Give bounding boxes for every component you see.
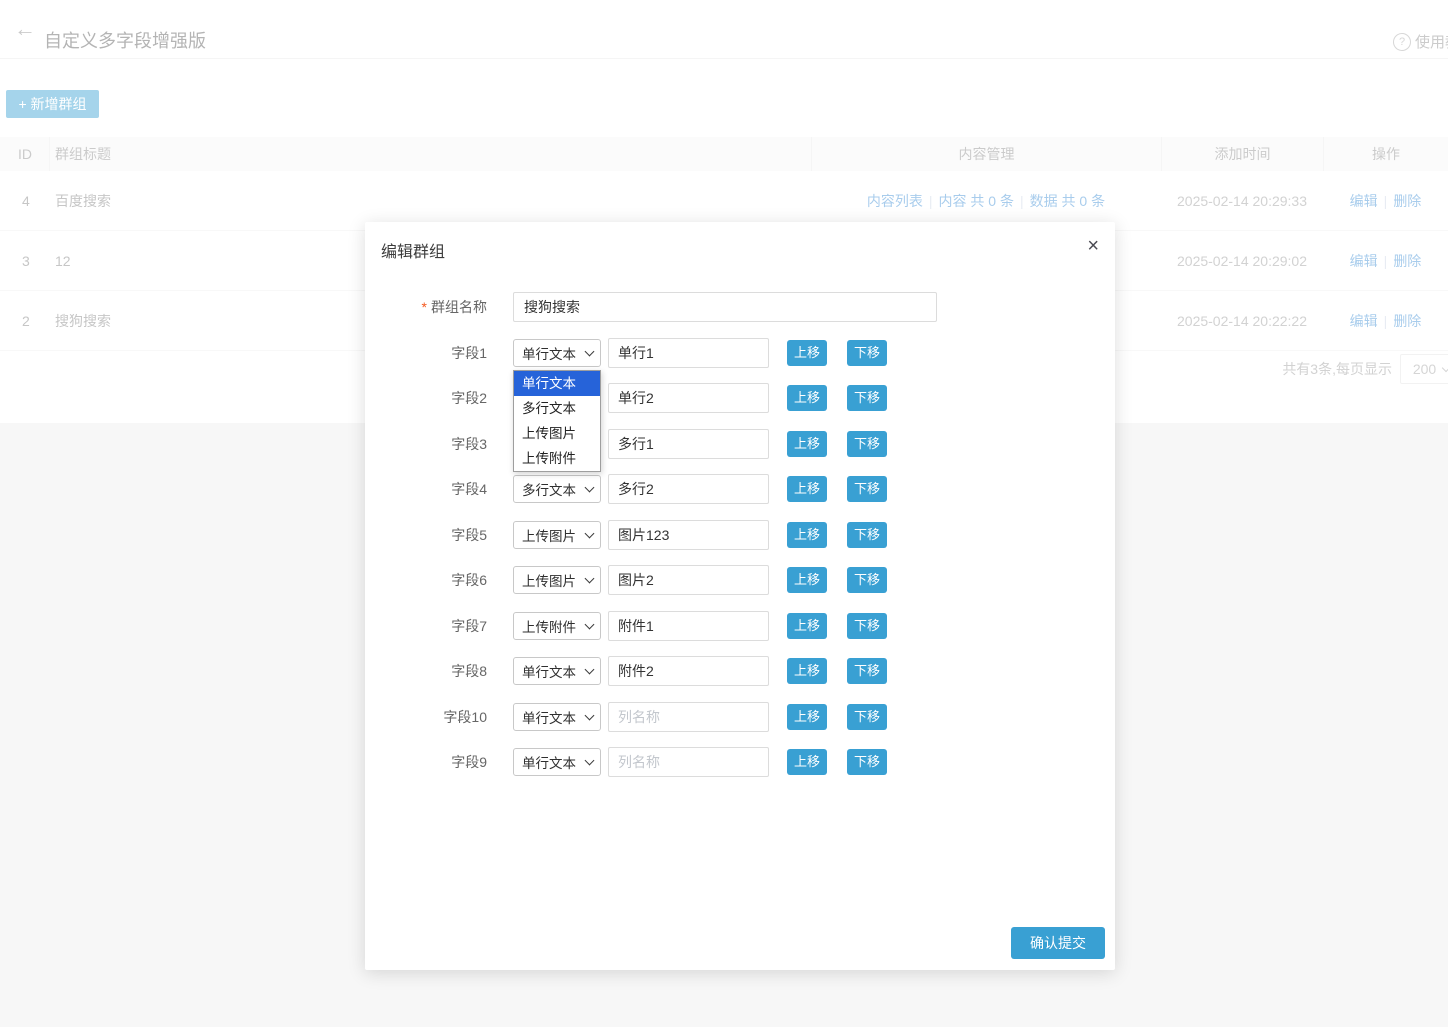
- chevron-down-icon: [585, 710, 595, 720]
- edit-group-form: *群组名称 字段1 单行文本 上移 下移 字段2 上移 下移 字段3 上移 下移: [365, 292, 1115, 793]
- field-label: 字段3: [365, 429, 487, 459]
- field-row: 字段2 上移 下移: [365, 383, 1115, 413]
- field-name-input[interactable]: [608, 474, 769, 504]
- field-name-input[interactable]: [608, 702, 769, 732]
- move-down-button[interactable]: 下移: [847, 567, 887, 593]
- move-down-button[interactable]: 下移: [847, 749, 887, 775]
- move-up-button[interactable]: 上移: [787, 749, 827, 775]
- field-name-input[interactable]: [608, 747, 769, 777]
- field-label: 字段9: [365, 747, 487, 777]
- move-up-button[interactable]: 上移: [787, 658, 827, 684]
- move-up-button[interactable]: 上移: [787, 476, 827, 502]
- field-type-value: 单行文本: [522, 707, 576, 727]
- move-up-button[interactable]: 上移: [787, 340, 827, 366]
- move-down-button[interactable]: 下移: [847, 476, 887, 502]
- field-type-select[interactable]: 上传图片: [513, 521, 601, 549]
- field-name-input[interactable]: [608, 383, 769, 413]
- chevron-down-icon: [585, 483, 595, 493]
- field-type-select[interactable]: 上传图片: [513, 566, 601, 594]
- field-row: 字段8 单行文本 上移 下移: [365, 656, 1115, 686]
- field-type-select[interactable]: 上传附件: [513, 612, 601, 640]
- chevron-down-icon: [585, 619, 595, 629]
- field-type-select[interactable]: 单行文本: [513, 339, 601, 367]
- field-name-input[interactable]: [608, 338, 769, 368]
- field-label: 字段2: [365, 383, 487, 413]
- move-up-button[interactable]: 上移: [787, 567, 827, 593]
- modal-title: 编辑群组: [381, 238, 445, 262]
- field-label: 字段10: [365, 702, 487, 732]
- move-down-button[interactable]: 下移: [847, 385, 887, 411]
- field-row: 字段9 单行文本 上移 下移: [365, 747, 1115, 777]
- dropdown-option[interactable]: 多行文本: [514, 396, 600, 421]
- move-down-button[interactable]: 下移: [847, 613, 887, 639]
- field-label: 字段7: [365, 611, 487, 641]
- group-name-row: *群组名称: [365, 292, 1115, 322]
- field-row: 字段6 上传图片 上移 下移: [365, 565, 1115, 595]
- required-mark: *: [422, 299, 427, 315]
- group-name-input[interactable]: [513, 292, 937, 322]
- field-label: 字段6: [365, 565, 487, 595]
- chevron-down-icon: [585, 665, 595, 675]
- chevron-down-icon: [585, 528, 595, 538]
- field-type-select[interactable]: 单行文本: [513, 703, 601, 731]
- field-type-select[interactable]: 单行文本: [513, 657, 601, 685]
- move-up-button[interactable]: 上移: [787, 522, 827, 548]
- move-up-button[interactable]: 上移: [787, 385, 827, 411]
- field-name-input[interactable]: [608, 656, 769, 686]
- field-type-value: 上传图片: [522, 570, 576, 590]
- field-row: 字段7 上传附件 上移 下移: [365, 611, 1115, 641]
- field-type-value: 上传附件: [522, 616, 576, 636]
- field-name-input[interactable]: [608, 429, 769, 459]
- field-type-value: 单行文本: [522, 343, 576, 363]
- move-down-button[interactable]: 下移: [847, 658, 887, 684]
- dropdown-option[interactable]: 上传附件: [514, 446, 600, 471]
- dropdown-option[interactable]: 单行文本: [514, 371, 600, 396]
- chevron-down-icon: [585, 574, 595, 584]
- field-type-value: 多行文本: [522, 479, 576, 499]
- field-name-input[interactable]: [608, 565, 769, 595]
- field-label: 字段1: [365, 338, 487, 368]
- group-name-label: *群组名称: [365, 292, 487, 322]
- dropdown-option[interactable]: 上传图片: [514, 421, 600, 446]
- field-type-dropdown: 单行文本多行文本上传图片上传附件: [513, 370, 601, 472]
- edit-group-modal: 编辑群组 × *群组名称 字段1 单行文本 上移 下移 字段2 上移 下移 字段…: [365, 222, 1115, 970]
- move-up-button[interactable]: 上移: [787, 704, 827, 730]
- field-type-select[interactable]: 单行文本: [513, 748, 601, 776]
- chevron-down-icon: [585, 756, 595, 766]
- field-type-select[interactable]: 多行文本: [513, 475, 601, 503]
- chevron-down-icon: [585, 346, 595, 356]
- field-type-value: 单行文本: [522, 752, 576, 772]
- move-down-button[interactable]: 下移: [847, 522, 887, 548]
- move-down-button[interactable]: 下移: [847, 340, 887, 366]
- field-row: 字段1 单行文本 上移 下移: [365, 338, 1115, 368]
- move-up-button[interactable]: 上移: [787, 613, 827, 639]
- field-label: 字段5: [365, 520, 487, 550]
- field-row: 字段4 多行文本 上移 下移: [365, 474, 1115, 504]
- field-row: 字段3 上移 下移: [365, 429, 1115, 459]
- field-label: 字段8: [365, 656, 487, 686]
- move-up-button[interactable]: 上移: [787, 431, 827, 457]
- field-row: 字段5 上传图片 上移 下移: [365, 520, 1115, 550]
- field-row: 字段10 单行文本 上移 下移: [365, 702, 1115, 732]
- field-name-input[interactable]: [608, 520, 769, 550]
- confirm-submit-button[interactable]: 确认提交: [1011, 927, 1105, 959]
- field-type-value: 单行文本: [522, 661, 576, 681]
- field-name-input[interactable]: [608, 611, 769, 641]
- move-down-button[interactable]: 下移: [847, 431, 887, 457]
- move-down-button[interactable]: 下移: [847, 704, 887, 730]
- field-type-value: 上传图片: [522, 525, 576, 545]
- field-label: 字段4: [365, 474, 487, 504]
- close-icon[interactable]: ×: [1083, 230, 1103, 262]
